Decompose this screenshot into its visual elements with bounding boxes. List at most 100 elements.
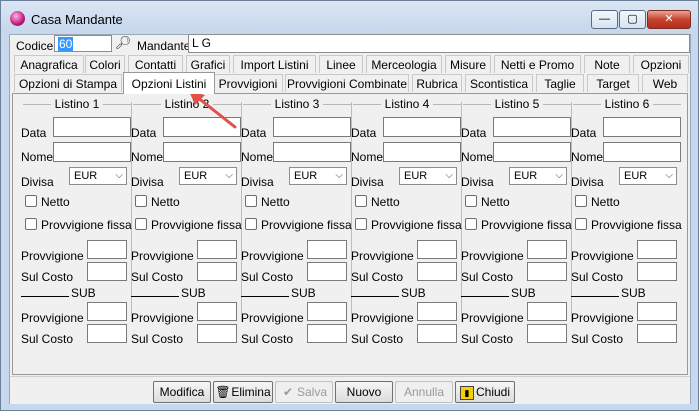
- tab-anagrafica[interactable]: Anagrafica: [14, 55, 84, 73]
- elimina-button[interactable]: 🗑︎Elimina: [213, 381, 273, 403]
- tab-merceologia[interactable]: Merceologia: [366, 55, 442, 73]
- sul-costo-sub-field[interactable]: [197, 324, 237, 343]
- tab-target[interactable]: Target: [587, 74, 639, 92]
- divisa-select[interactable]: EUR ⌵: [399, 167, 457, 185]
- provvigione-sub-label: Provvigione: [571, 311, 634, 325]
- provvigione-field[interactable]: [417, 240, 457, 259]
- tab-contatti[interactable]: Contatti: [128, 55, 183, 73]
- divisa-select[interactable]: EUR ⌵: [289, 167, 347, 185]
- annulla-button[interactable]: Annulla: [395, 381, 453, 403]
- divisa-select[interactable]: EUR ⌵: [509, 167, 567, 185]
- sul-costo-sub-field[interactable]: [637, 324, 677, 343]
- netto-checkbox[interactable]: [575, 195, 587, 207]
- provvigione-fissa-checkbox[interactable]: [25, 218, 37, 230]
- provvigione-sub-field[interactable]: [527, 302, 567, 321]
- provvigione-field[interactable]: [637, 240, 677, 259]
- netto-checkbox[interactable]: [245, 195, 257, 207]
- modifica-label: Modifica: [159, 385, 205, 399]
- nome-field[interactable]: [603, 142, 681, 162]
- tab-linee[interactable]: Linee: [319, 55, 363, 73]
- nuovo-button[interactable]: Nuovo: [335, 381, 393, 403]
- sul-costo-label: Sul Costo: [241, 270, 294, 284]
- divisa-select[interactable]: EUR ⌵: [179, 167, 237, 185]
- netto-checkbox[interactable]: [135, 195, 147, 207]
- sul-costo-sub-field[interactable]: [307, 324, 347, 343]
- provvigione-fissa-checkbox[interactable]: [465, 218, 477, 230]
- tab-taglie[interactable]: Taglie: [536, 74, 584, 92]
- tab-provvigioni-combinate[interactable]: Provvigioni Combinate: [285, 74, 409, 92]
- tab-import-listini[interactable]: Import Listini: [233, 55, 316, 73]
- codice-field[interactable]: 60: [54, 35, 112, 52]
- provvigione-sub-field[interactable]: [307, 302, 347, 321]
- provvigione-fissa-checkbox[interactable]: [355, 218, 367, 230]
- data-field[interactable]: [603, 117, 681, 137]
- divisa-value: EUR: [624, 170, 648, 182]
- provvigione-field[interactable]: [527, 240, 567, 259]
- data-field[interactable]: [493, 117, 571, 137]
- nome-label: Nome: [131, 150, 164, 164]
- nome-label: Nome: [241, 150, 274, 164]
- sul-costo-field[interactable]: [87, 262, 127, 281]
- nome-field[interactable]: [383, 142, 461, 162]
- provvigione-fissa-checkbox[interactable]: [245, 218, 257, 230]
- provvigione-field[interactable]: [307, 240, 347, 259]
- divisa-label: Divisa: [461, 175, 494, 189]
- tab-colori[interactable]: Colori: [85, 55, 125, 73]
- provvigione-field[interactable]: [87, 240, 127, 259]
- sul-costo-sub-field[interactable]: [527, 324, 567, 343]
- provvigione-fissa-checkbox[interactable]: [135, 218, 147, 230]
- provvigione-sub-field[interactable]: [637, 302, 677, 321]
- provvigione-label: Provvigione: [131, 249, 194, 263]
- provvigione-sub-field[interactable]: [87, 302, 127, 321]
- close-button[interactable]: ✕: [647, 10, 691, 29]
- salva-label: Salva: [296, 385, 328, 399]
- provvigione-fissa-checkbox[interactable]: [575, 218, 587, 230]
- mandante-field[interactable]: L G: [188, 34, 690, 53]
- tab-netti-e-promo[interactable]: Netti e Promo: [494, 55, 581, 73]
- tab-scontistica[interactable]: Scontistica: [465, 74, 533, 92]
- tab-opzioni-listini[interactable]: Opzioni Listini: [123, 72, 215, 94]
- binoculars-icon[interactable]: 🔎︎: [114, 35, 132, 51]
- chevron-down-icon: ⌵: [555, 170, 563, 181]
- chiudi-button[interactable]: ▮ Chiudi: [455, 381, 515, 403]
- divisa-select[interactable]: EUR ⌵: [69, 167, 127, 185]
- netto-checkbox[interactable]: [355, 195, 367, 207]
- salva-button[interactable]: ✔ Salva: [275, 381, 333, 403]
- nome-field[interactable]: [53, 142, 131, 162]
- provvigione-sub-field[interactable]: [417, 302, 457, 321]
- chevron-down-icon: ⌵: [445, 170, 453, 181]
- sul-costo-field[interactable]: [307, 262, 347, 281]
- sul-costo-sub-field[interactable]: [417, 324, 457, 343]
- sub-underline: [21, 289, 69, 297]
- nome-field[interactable]: [493, 142, 571, 162]
- sul-costo-sub-field[interactable]: [87, 324, 127, 343]
- tab-rubrica[interactable]: Rubrica: [412, 74, 462, 92]
- maximize-button[interactable]: ▢: [619, 10, 646, 29]
- provvigione-fissa-label: Provvigione fissa: [371, 218, 462, 232]
- netto-checkbox[interactable]: [465, 195, 477, 207]
- minimize-button[interactable]: —: [591, 10, 618, 29]
- nome-field[interactable]: [273, 142, 351, 162]
- sul-costo-field[interactable]: [417, 262, 457, 281]
- tab-web[interactable]: Web: [642, 74, 688, 92]
- tab-opzioni[interactable]: Opzioni: [633, 55, 689, 73]
- modifica-button[interactable]: Modifica: [153, 381, 211, 403]
- provvigione-field[interactable]: [197, 240, 237, 259]
- sul-costo-field[interactable]: [637, 262, 677, 281]
- sul-costo-label: Sul Costo: [571, 270, 624, 284]
- tab-opzioni-di-stampa[interactable]: Opzioni di Stampa: [14, 74, 122, 92]
- provvigione-sub-field[interactable]: [197, 302, 237, 321]
- tab-misure[interactable]: Misure: [445, 55, 491, 73]
- provvigione-label: Provvigione: [241, 249, 304, 263]
- netto-label: Netto: [591, 195, 620, 209]
- netto-checkbox[interactable]: [25, 195, 37, 207]
- sul-costo-field[interactable]: [527, 262, 567, 281]
- data-field[interactable]: [53, 117, 131, 137]
- data-field[interactable]: [383, 117, 461, 137]
- tab-note[interactable]: Note: [584, 55, 630, 73]
- sul-costo-field[interactable]: [197, 262, 237, 281]
- data-field[interactable]: [273, 117, 351, 137]
- tab-grafici[interactable]: Grafici: [186, 55, 230, 73]
- nome-field[interactable]: [163, 142, 241, 162]
- divisa-select[interactable]: EUR ⌵: [619, 167, 677, 185]
